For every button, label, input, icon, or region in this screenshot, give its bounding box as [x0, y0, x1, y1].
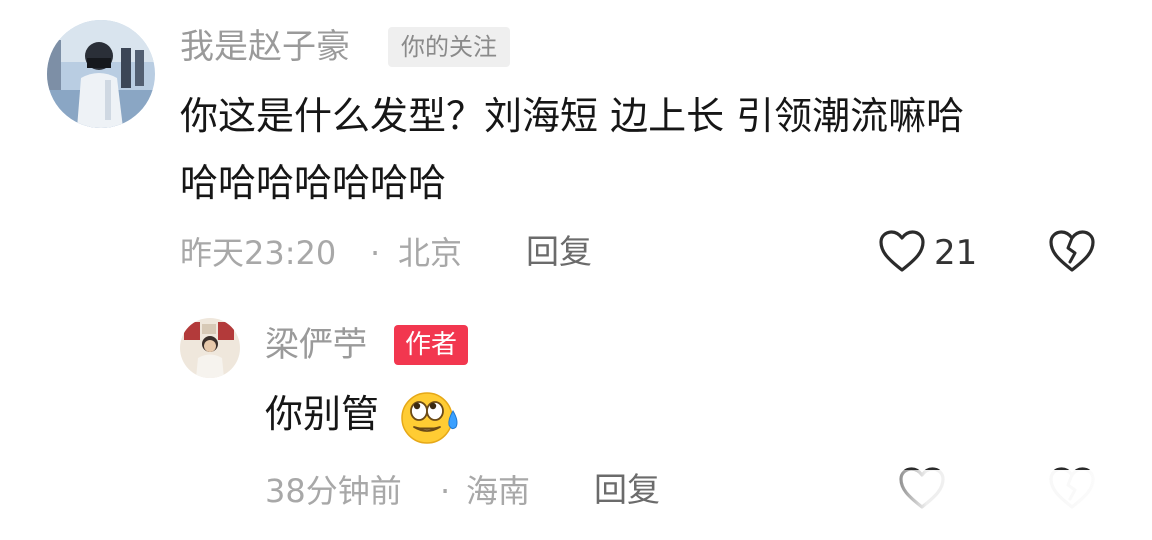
comment-timestamp: 昨天23:20 [180, 234, 337, 272]
meta-separator: · [370, 234, 381, 272]
following-badge: 你的关注 [388, 27, 510, 67]
comment-text-line-2: 哈哈哈哈哈哈哈 [180, 161, 447, 205]
reply-button[interactable]: 回复 [526, 232, 592, 272]
author-badge: 作者 [394, 325, 469, 365]
meta-separator: · [440, 472, 451, 510]
broken-heart-icon[interactable] [1048, 229, 1096, 273]
heart-outline-icon[interactable] [878, 229, 926, 273]
avatar-photo [180, 318, 240, 378]
like-count: 21 [934, 233, 978, 273]
commenter-username[interactable]: 我是赵子豪 [180, 27, 350, 67]
commenter-avatar[interactable] [47, 20, 155, 128]
reply-location: 海南 [466, 472, 531, 510]
author-avatar[interactable] [180, 318, 240, 378]
watermark-overlay [870, 470, 1152, 540]
author-username[interactable]: 梁俨苧 [265, 325, 367, 365]
reply-timestamp: 38分钟前 [265, 472, 402, 510]
comment-text-line-1: 你这是什么发型？刘海短 边上长 引领潮流嘛哈 [180, 94, 965, 138]
sweat-rolling-eyes-emoji [398, 389, 464, 445]
reply-text: 你别管 [265, 392, 380, 436]
comment-location: 北京 [398, 234, 463, 272]
reply-button[interactable]: 回复 [594, 470, 660, 510]
avatar-photo [47, 20, 155, 128]
